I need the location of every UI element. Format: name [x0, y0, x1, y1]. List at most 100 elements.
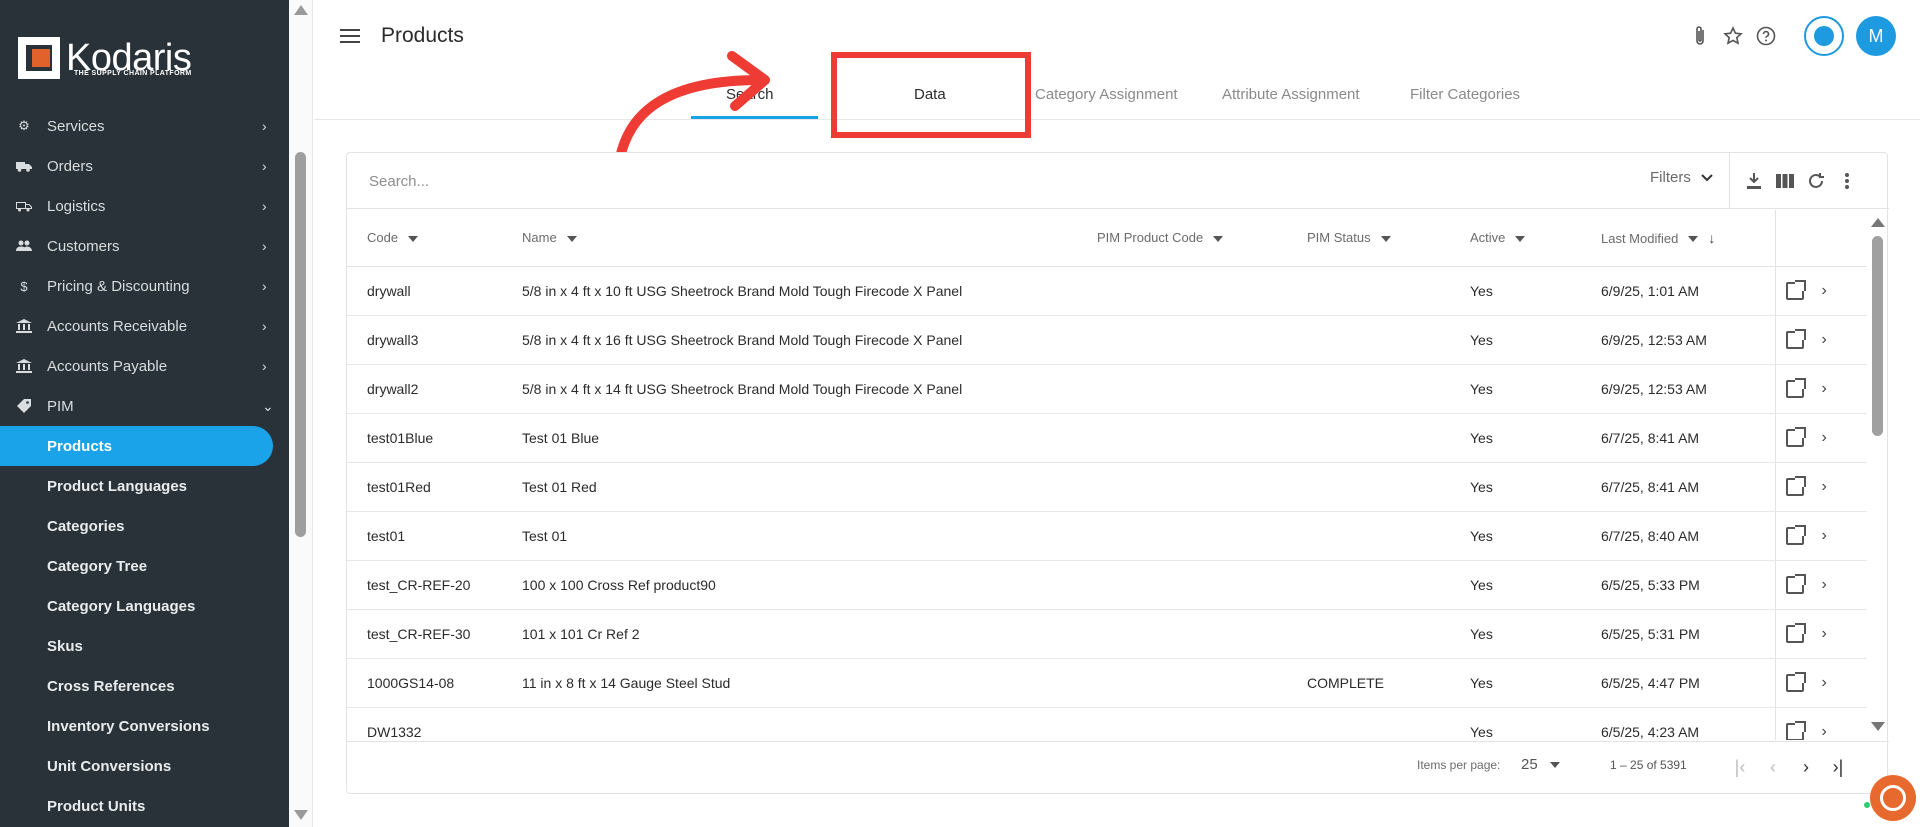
chevron-right-icon[interactable]: › — [1822, 380, 1827, 398]
chevron-right-icon[interactable]: › — [1822, 429, 1827, 447]
sidebar-item-products[interactable]: Products — [0, 426, 273, 466]
attachment-icon[interactable] — [1688, 24, 1712, 48]
sort-menu-icon[interactable] — [408, 235, 419, 242]
row-actions: › — [1774, 266, 1867, 316]
chevron-right-icon[interactable]: › — [1822, 331, 1827, 349]
sidebar-item-categories[interactable]: Categories — [0, 506, 289, 546]
chat-support-icon[interactable] — [1870, 775, 1916, 821]
scroll-up-arrow-icon[interactable] — [1871, 218, 1885, 227]
star-icon[interactable] — [1721, 24, 1745, 48]
columns-icon[interactable] — [1773, 169, 1797, 193]
avatar[interactable]: M — [1856, 16, 1896, 56]
column-header-code[interactable]: Code — [367, 210, 522, 267]
sidebar-item-accounts-payable[interactable]: Accounts Payable › — [0, 346, 289, 386]
chevron-right-icon[interactable]: › — [1822, 576, 1827, 594]
table-row[interactable]: test01Blue Test 01 Blue Yes 6/7/25, 8:41 AM… — [347, 413, 1867, 463]
open-in-new-icon[interactable] — [1785, 426, 1806, 447]
cell-code: test01Red — [367, 462, 522, 512]
column-header-pim-product-code[interactable]: PIM Product Code — [1097, 210, 1307, 267]
chevron-right-icon[interactable]: › — [1822, 478, 1827, 496]
more-options-icon[interactable] — [1835, 169, 1859, 193]
sidebar-item-accounts-receivable[interactable]: Accounts Receivable › — [0, 306, 289, 346]
sidebar-item-category-languages[interactable]: Category Languages — [0, 586, 289, 626]
sort-menu-icon[interactable] — [1688, 236, 1699, 243]
scroll-up-arrow-icon[interactable] — [294, 5, 308, 15]
download-icon[interactable] — [1742, 169, 1766, 193]
table-row[interactable]: drywall2 5/8 in x 4 ft x 14 ft USG Sheetr… — [347, 364, 1867, 414]
table-row[interactable]: test_CR-REF-20 100 x 100 Cross Ref produc… — [347, 560, 1867, 610]
sort-menu-icon[interactable] — [1515, 235, 1526, 242]
sidebar-item-orders[interactable]: Orders › — [0, 146, 289, 186]
table-row[interactable]: drywall3 5/8 in x 4 ft x 16 ft USG Sheetr… — [347, 315, 1867, 365]
tab-attribute-assignment[interactable]: Attribute Assignment — [1222, 86, 1360, 103]
scrollbar-thumb[interactable] — [295, 152, 306, 537]
chevron-right-icon[interactable]: › — [1822, 625, 1827, 643]
top-bar: Products M Search Data Category Assignme… — [314, 0, 1920, 120]
tab-category-assignment[interactable]: Category Assignment — [1035, 86, 1178, 103]
next-page-button[interactable]: › — [1793, 754, 1819, 780]
open-in-new-icon[interactable] — [1785, 720, 1806, 740]
chevron-right-icon[interactable]: › — [1822, 674, 1827, 692]
table-scrollbar[interactable] — [1867, 210, 1887, 740]
sidebar-item-cross-references[interactable]: Cross References — [0, 666, 289, 706]
sidebar: Kodaris THE SUPPLY CHAIN PLATFORM ⚙ Serv… — [0, 0, 289, 827]
table-row[interactable]: drywall 5/8 in x 4 ft x 10 ft USG Sheetro… — [347, 266, 1867, 316]
page-size-select[interactable]: 25 — [1521, 756, 1560, 773]
sidebar-item-pim[interactable]: PIM ⌄ — [0, 386, 289, 426]
filters-button[interactable]: Filters — [1650, 169, 1713, 186]
table-row[interactable]: test01Red Test 01 Red Yes 6/7/25, 8:41 AM › — [347, 462, 1867, 512]
sidebar-item-product-languages[interactable]: Product Languages — [0, 466, 289, 506]
page-size-value: 25 — [1521, 756, 1538, 773]
scrollbar-thumb[interactable] — [1872, 236, 1883, 436]
open-in-new-icon[interactable] — [1785, 377, 1806, 398]
table-row[interactable]: test_CR-REF-30 101 x 101 Cr Ref 2 Yes 6/5/2… — [347, 609, 1867, 659]
scroll-down-arrow-icon[interactable] — [294, 810, 308, 820]
column-header-name[interactable]: Name — [522, 210, 1097, 267]
chevron-right-icon[interactable]: › — [1822, 723, 1827, 741]
chevron-right-icon[interactable]: › — [1822, 282, 1827, 300]
open-in-new-icon[interactable] — [1785, 573, 1806, 594]
open-in-new-icon[interactable] — [1785, 279, 1806, 300]
cell-code: test01Blue — [367, 413, 522, 463]
table-row[interactable]: DW1332 Yes 6/5/25, 4:23 AM › — [347, 707, 1867, 740]
sidebar-item-unit-conversions[interactable]: Unit Conversions — [0, 746, 289, 786]
table-row[interactable]: 1000GS14-08 11 in x 8 ft x 14 Gauge Steel… — [347, 658, 1867, 708]
sidebar-item-category-tree[interactable]: Category Tree — [0, 546, 289, 586]
open-in-new-icon[interactable] — [1785, 622, 1806, 643]
tab-filter-categories[interactable]: Filter Categories — [1410, 86, 1520, 103]
sidebar-item-skus[interactable]: Skus — [0, 626, 289, 666]
sort-descending-arrow-icon[interactable]: ↓ — [1708, 230, 1715, 246]
open-in-new-icon[interactable] — [1785, 671, 1806, 692]
products-table: Code Name PIM Product Code PIM Status Ac… — [347, 210, 1867, 740]
sidebar-item-logistics[interactable]: Logistics › — [0, 186, 289, 226]
sort-menu-icon[interactable] — [1380, 235, 1391, 242]
column-header-active[interactable]: Active — [1470, 210, 1601, 267]
search-input[interactable] — [369, 169, 969, 193]
first-page-button[interactable]: |‹ — [1727, 754, 1753, 780]
sidebar-item-customers[interactable]: Customers › — [0, 226, 289, 266]
refresh-icon[interactable] — [1804, 169, 1828, 193]
menu-icon[interactable] — [340, 29, 360, 43]
sidebar-item-label: Services — [47, 117, 105, 135]
sidebar-item-pricing-discounting[interactable]: $ Pricing & Discounting › — [0, 266, 289, 306]
scroll-down-arrow-icon[interactable] — [1871, 722, 1885, 731]
open-in-new-icon[interactable] — [1785, 475, 1806, 496]
table-row[interactable]: test01 Test 01 Yes 6/7/25, 8:40 AM › — [347, 511, 1867, 561]
column-header-last-modified[interactable]: Last Modified ↓ — [1601, 210, 1775, 267]
assistant-bot-icon[interactable] — [1804, 16, 1844, 56]
sidebar-scrollbar[interactable] — [289, 0, 313, 827]
sort-menu-icon[interactable] — [1213, 235, 1224, 242]
previous-page-button[interactable]: ‹ — [1760, 754, 1786, 780]
sidebar-item-inventory-conversions[interactable]: Inventory Conversions — [0, 706, 289, 746]
sort-menu-icon[interactable] — [566, 235, 577, 242]
help-icon[interactable] — [1754, 24, 1778, 48]
chevron-right-icon[interactable]: › — [1822, 527, 1827, 545]
chevron-right-icon: › — [262, 278, 267, 294]
open-in-new-icon[interactable] — [1785, 328, 1806, 349]
column-header-pim-status[interactable]: PIM Status — [1307, 210, 1470, 267]
sidebar-item-services[interactable]: ⚙ Services › — [0, 106, 289, 146]
cell-last-modified: 6/9/25, 12:53 AM — [1601, 364, 1775, 414]
last-page-button[interactable]: ›| — [1825, 754, 1851, 780]
sidebar-item-product-units[interactable]: Product Units — [0, 786, 289, 826]
open-in-new-icon[interactable] — [1785, 524, 1806, 545]
